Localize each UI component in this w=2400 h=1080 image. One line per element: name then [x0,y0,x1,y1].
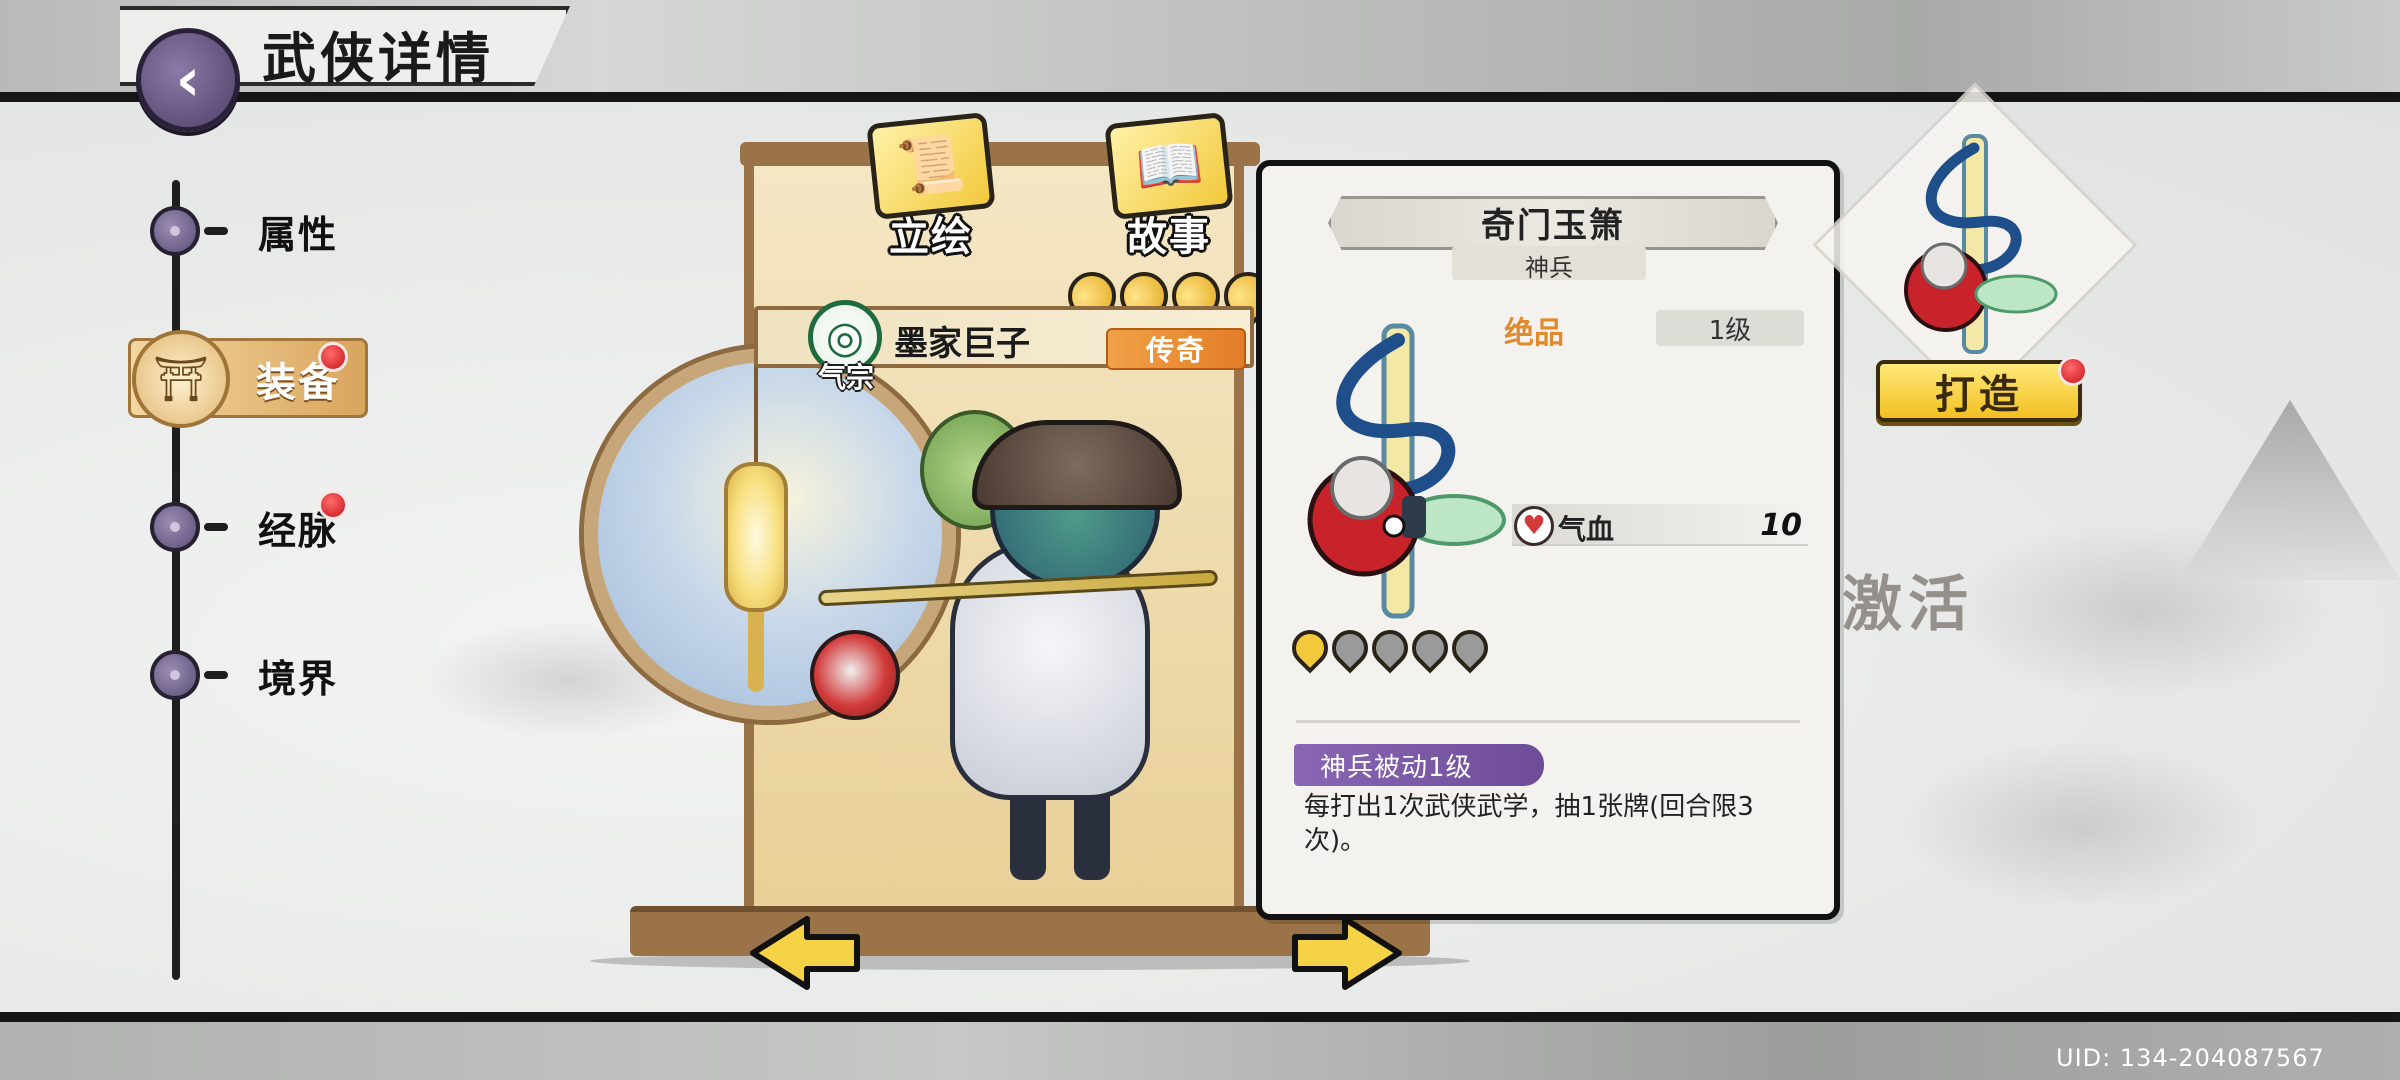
nav-item-realm[interactable]: 境界 [150,640,338,710]
heart-icon: ♥ [1514,506,1554,546]
lantern-icon [724,462,788,612]
tab-portrait[interactable]: 📜 立绘 [856,111,1006,268]
equipment-stars [1284,622,1496,674]
straw-hat-icon: ⛩ [132,330,230,428]
back-arrow-icon: ‹ [175,45,201,115]
nav-label: 境界 [258,656,339,701]
jade-flute-icon [1904,134,2058,354]
equipment-type: 神兵 [1525,254,1573,282]
star-filled-icon [1284,622,1336,674]
star-empty-icon [1444,622,1496,674]
nav-item-meridians[interactable]: 经脉 [150,492,338,562]
nav-label: 属性 [258,212,339,257]
nav-dot-icon [150,502,200,552]
arrow-left-icon [750,916,860,990]
star-empty-icon [1404,622,1456,674]
jade-flute-icon [1307,323,1506,619]
back-button[interactable]: ‹ [136,28,240,132]
stat-value: 10 [1760,508,1802,543]
scroll-icon: 📜 [866,111,996,221]
tab-story[interactable]: 📖 故事 [1094,111,1244,268]
hero-name: 墨家巨子 [894,324,1030,364]
background-text: 激活 [1842,570,1974,640]
rarity-tag: 传奇 [1106,328,1246,370]
skill-description: 每打出1次武侠武学，抽1张牌(回合限3次)。 [1304,792,1754,856]
hero-character[interactable] [810,410,1219,890]
notification-badge [318,342,348,372]
nav-timeline [172,180,180,980]
equipment-level: 1级 [1656,310,1804,346]
notification-badge [318,490,348,520]
nav-dot-icon [150,650,200,700]
stat-name: 气血 [1558,513,1615,546]
nav-dot-icon [150,206,200,256]
next-hero-button[interactable] [1282,908,1412,998]
arrow-right-icon [1292,916,1402,990]
equipment-name: 奇门玉箫 [1481,206,1625,246]
star-empty-icon [1364,622,1416,674]
user-id: UID: 134-204087567 [2056,1044,2325,1072]
page-title: 武侠详情 [262,27,494,90]
star-empty-icon [1324,622,1376,674]
notification-badge [2058,356,2088,386]
prev-hero-button[interactable] [740,908,870,998]
nav-item-attributes[interactable]: 属性 [150,196,338,266]
bottom-ink-band [0,1012,2400,1080]
book-icon: 📖 [1104,111,1234,221]
skill-tag: 神兵被动1级 [1294,744,1544,786]
ink-cloud [1900,740,2260,910]
forge-button[interactable]: 打造 [1876,360,2082,422]
sect-label: 气宗 [818,361,875,394]
